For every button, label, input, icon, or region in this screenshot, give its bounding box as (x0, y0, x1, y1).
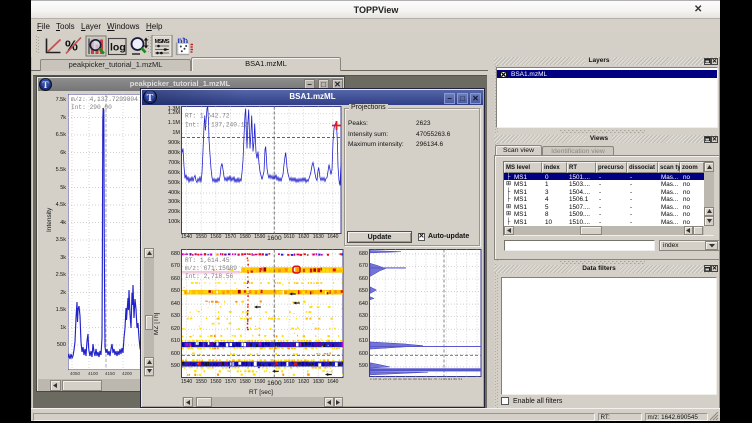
svg-text:Int: 1,137,240.12: Int: 1,137,240.12 (185, 121, 248, 128)
svg-text:T: T (42, 80, 48, 90)
svg-text:log: log (110, 42, 126, 54)
svg-text:RT: 1,614.45: RT: 1,614.45 (185, 257, 230, 264)
svg-text:MS/MS: MS/MS (155, 39, 170, 45)
svg-text:T: T (147, 93, 154, 104)
svg-text:m/z: 671.15089: m/z: 671.15089 (185, 265, 237, 272)
svg-text:RT: 1,642.72: RT: 1,642.72 (185, 112, 230, 119)
svg-text:Int: 2,718.56: Int: 2,718.56 (185, 273, 234, 280)
svg-text:m/z: 4,137.7299804: m/z: 4,137.7299804 (71, 96, 138, 103)
svg-text:Int: 290.00: Int: 290.00 (71, 104, 112, 111)
